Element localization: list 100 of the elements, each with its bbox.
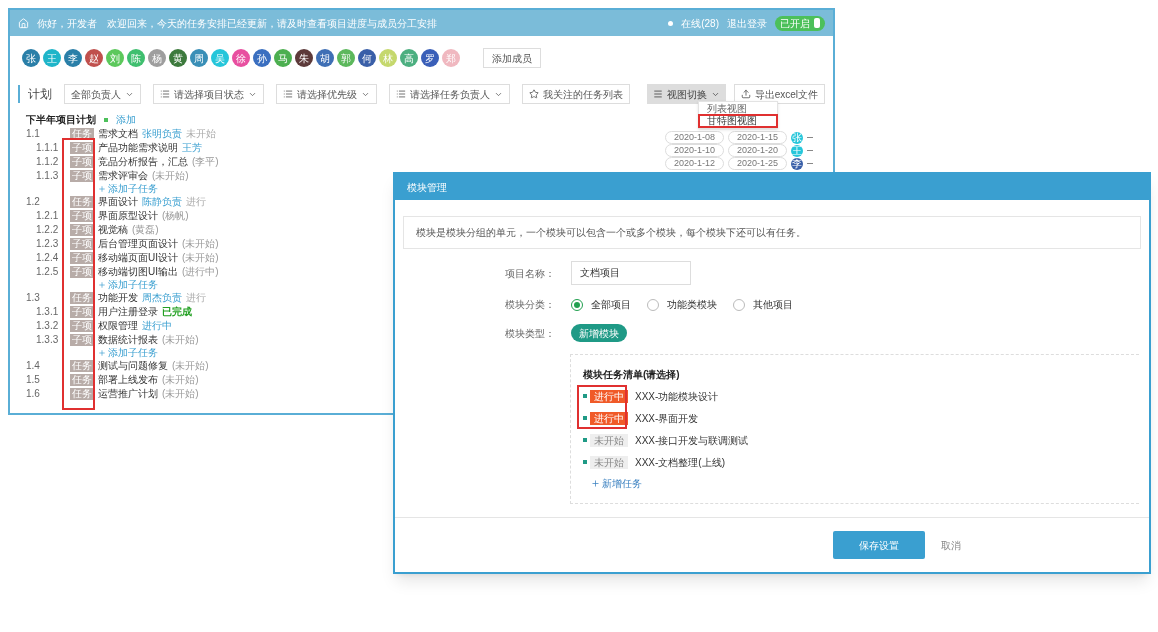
task-note: (未开始) — [182, 239, 219, 249]
task-name: XXX-界面开发 — [635, 411, 699, 426]
task-status: 未开始 — [186, 129, 216, 139]
task-title[interactable]: 权限管理 — [98, 321, 138, 331]
task-tag: 子项 — [70, 334, 94, 346]
task-title[interactable]: 移动端切图UI输出 — [98, 267, 178, 277]
task-note: (李平) — [192, 157, 219, 167]
info-text: 模块是模块分组的单元，一个模块可以包含一个或多个模块，每个模块下还可以有任务。 — [403, 216, 1141, 249]
task-tag: 子项 — [70, 266, 94, 278]
task-number: 1.6 — [26, 389, 41, 399]
member-avatar[interactable]: 张 — [22, 49, 40, 67]
task-number: 1.3.2 — [36, 321, 60, 331]
task-note: (未开始) — [182, 253, 219, 263]
task-status: 进行 — [186, 293, 206, 303]
task-tag: 任务 — [70, 196, 94, 208]
task-note: (未开始) — [172, 361, 209, 371]
task-title[interactable]: 竞品分析报告，汇总 — [98, 157, 188, 167]
task-status-tag: 进行中 — [590, 389, 628, 403]
member-avatar[interactable]: 李 — [64, 49, 82, 67]
member-avatar[interactable]: 孙 — [253, 49, 271, 67]
radio-label[interactable]: 全部项目 — [591, 297, 631, 312]
view-menu-item[interactable]: 甘特图视图 — [699, 115, 777, 127]
filter-dropdown[interactable]: 请选择优先级 — [276, 84, 377, 104]
task-note[interactable]: 王芳 — [182, 143, 202, 153]
task-tag: 子项 — [70, 238, 94, 250]
plus-icon — [98, 185, 106, 193]
filter-dropdown[interactable]: 请选择任务负责人 — [389, 84, 510, 104]
task-title[interactable]: 测试与问题修复 — [98, 361, 168, 371]
member-avatar[interactable]: 朱 — [295, 49, 313, 67]
list-icon — [283, 89, 293, 99]
module-type-pill[interactable]: 新增模块 — [571, 324, 627, 342]
add-subtask-link[interactable]: 添加子任务 — [108, 280, 158, 290]
task-note: (未开始) — [162, 375, 199, 385]
member-avatar[interactable]: 赵 — [85, 49, 103, 67]
task-name: XXX-文档整理(上线) — [635, 455, 725, 470]
task-number: 1.2.4 — [36, 253, 60, 263]
name-field[interactable]: 文档项目 — [571, 261, 691, 285]
task-status-tag: 未开始 — [590, 433, 628, 447]
plus-icon — [591, 479, 600, 488]
task-title[interactable]: 移动端页面UI设计 — [98, 253, 178, 263]
list-icon — [396, 89, 406, 99]
add-subtask-link[interactable]: 添加子任务 — [108, 184, 158, 194]
filter-dropdown[interactable]: 全部负责人 — [64, 84, 141, 104]
task-tag: 子项 — [70, 320, 94, 332]
task-title[interactable]: 视觉稿 — [98, 225, 128, 235]
task-title[interactable]: 需求文档 — [98, 129, 138, 139]
member-avatar[interactable]: 罗 — [421, 49, 439, 67]
list-icon — [160, 89, 170, 99]
task-number: 1.5 — [26, 375, 41, 385]
task-title[interactable]: 产品功能需求说明 — [98, 143, 178, 153]
member-avatar[interactable]: 周 — [190, 49, 208, 67]
add-member-button[interactable]: 添加成员 — [483, 48, 541, 68]
view-menu-item[interactable]: 列表视图 — [699, 103, 777, 115]
task-title[interactable]: 运营推广计划 — [98, 389, 158, 399]
task-note[interactable]: 张明负责 — [142, 129, 182, 139]
member-avatar[interactable]: 黄 — [169, 49, 187, 67]
task-title[interactable]: 数据统计报表 — [98, 335, 158, 345]
task-number: 1.1.1 — [36, 143, 60, 153]
online-status: 在线(28) — [681, 16, 719, 31]
home-icon[interactable] — [18, 17, 29, 29]
task-title[interactable]: 后台管理页面设计 — [98, 239, 178, 249]
task-status: 进行 — [186, 197, 206, 207]
member-avatar[interactable]: 何 — [358, 49, 376, 67]
task-tag: 子项 — [70, 252, 94, 264]
export-icon — [740, 89, 751, 99]
add-subtask-link[interactable]: 添加子任务 — [108, 348, 158, 358]
task-note[interactable]: 周杰负责 — [142, 293, 182, 303]
task-note: (进行中) — [182, 267, 219, 277]
radio-label[interactable]: 功能类模块 — [667, 297, 717, 312]
member-avatar[interactable]: 胡 — [316, 49, 334, 67]
add-link[interactable]: 添加 — [116, 112, 136, 127]
task-note[interactable]: 进行中 — [142, 321, 172, 331]
task-note[interactable]: 陈静负责 — [142, 197, 182, 207]
task-tag: 子项 — [70, 224, 94, 236]
favorite-button[interactable]: 我关注的任务列表 — [522, 84, 630, 104]
plus-icon — [98, 281, 106, 289]
field-label: 项目名称： — [504, 266, 555, 281]
task-note: (黄磊) — [132, 225, 159, 235]
member-avatar[interactable]: 徐 — [232, 49, 250, 67]
task-title[interactable]: 功能开发 — [98, 293, 138, 303]
radio-label[interactable]: 其他项目 — [753, 297, 793, 312]
view-switch-button[interactable]: 视图切换 — [646, 84, 726, 104]
task-title[interactable]: 界面原型设计 — [98, 211, 158, 221]
task-title[interactable]: 部署上线发布 — [98, 375, 158, 385]
task-note: (未开始) — [162, 335, 199, 345]
bullet-icon — [583, 438, 587, 442]
task-status-tag: 未开始 — [590, 455, 628, 469]
member-avatar[interactable]: 李 — [791, 157, 803, 170]
cancel-button[interactable]: 取消 — [941, 537, 961, 553]
task-number: 1.3.1 — [36, 307, 60, 317]
welcome-text: 你好，开发者 欢迎回来，今天的任务安排已经更新，请及时查看项目进度与成员分工安排 — [37, 16, 438, 31]
task-title[interactable]: 需求评审会 — [98, 171, 148, 181]
task-number: 1.2.2 — [36, 225, 60, 235]
filter-dropdown[interactable]: 请选择项目状态 — [153, 84, 264, 104]
task-title[interactable]: 界面设计 — [98, 197, 138, 207]
task-note: (杨帆) — [162, 211, 189, 221]
add-task-link[interactable]: 新增任务 — [602, 476, 642, 491]
task-tag: 任务 — [70, 388, 94, 400]
task-title[interactable]: 用户注册登录 — [98, 307, 158, 317]
bullet-icon — [583, 416, 587, 420]
